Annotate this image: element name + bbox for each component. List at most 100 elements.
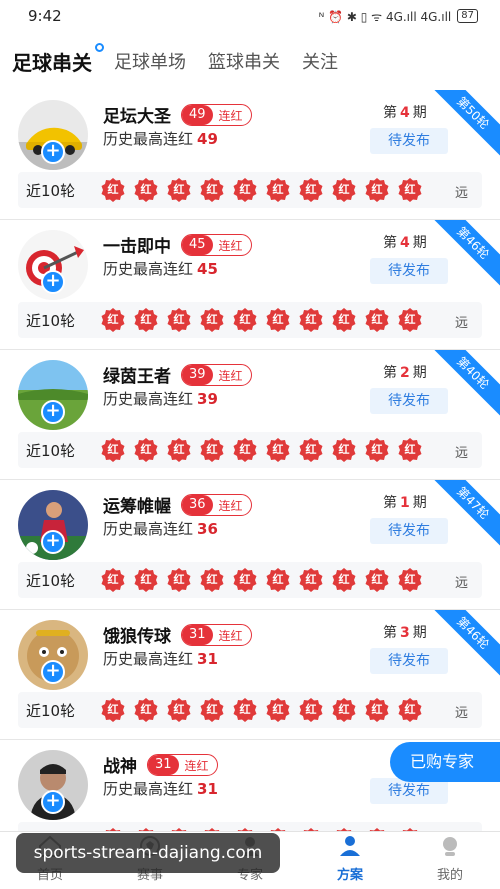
recent-label: 近10轮 bbox=[26, 181, 76, 200]
history-best: 历史最高连红 36 bbox=[103, 518, 218, 539]
red-result-badge-icon: 红 bbox=[397, 437, 423, 463]
nav-item[interactable]: 我的 bbox=[400, 832, 500, 889]
expert-name[interactable]: 一击即中 bbox=[103, 232, 171, 257]
tab-label: 篮球串关 bbox=[208, 52, 280, 73]
red-result-badge-icon: 红 bbox=[397, 307, 423, 333]
recent-badges: 红红红红红红红红红红 bbox=[100, 697, 423, 723]
red-result-badge-icon: 红 bbox=[232, 567, 258, 593]
pending-button[interactable]: 待发布 bbox=[370, 518, 448, 544]
badge-text: 红 bbox=[107, 573, 119, 586]
red-result-badge-icon: 红 bbox=[199, 567, 225, 593]
nav-item[interactable]: 方案 bbox=[300, 832, 400, 889]
red-result-badge-icon: 红 bbox=[199, 177, 225, 203]
period-suffix: 期 bbox=[412, 365, 427, 381]
period-suffix: 期 bbox=[412, 105, 427, 121]
history-best: 历史最高连红 31 bbox=[103, 648, 218, 669]
badge-text: 红 bbox=[404, 183, 416, 196]
badge-text: 红 bbox=[371, 313, 383, 326]
follow-plus-icon[interactable]: + bbox=[41, 530, 65, 554]
red-result-badge-icon: 红 bbox=[100, 697, 126, 723]
nav-label: 我的 bbox=[436, 868, 463, 883]
expert-card[interactable]: + 运筹帷幄 36 连红 历史最高连红 36 第1期 待发布 第47轮 近10轮 … bbox=[0, 480, 500, 610]
tab-follow[interactable]: 关注 bbox=[302, 48, 338, 74]
badge-text: 红 bbox=[371, 573, 383, 586]
badge-text: 红 bbox=[206, 703, 218, 716]
badge-text: 红 bbox=[338, 183, 350, 196]
badge-text: 红 bbox=[305, 443, 317, 456]
badge-text: 红 bbox=[404, 703, 416, 716]
tab-label: 足球串关 bbox=[12, 50, 92, 75]
tab-football-single[interactable]: 足球单场 bbox=[114, 48, 186, 74]
badge-text: 红 bbox=[206, 443, 218, 456]
expert-name[interactable]: 绿茵王者 bbox=[103, 362, 171, 387]
badge-text: 红 bbox=[371, 443, 383, 456]
badge-text: 红 bbox=[338, 573, 350, 586]
history-value: 45 bbox=[197, 260, 218, 278]
red-result-badge-icon: 红 bbox=[397, 177, 423, 203]
recent-results-row: 近10轮 红 红 红 红 红 红 红 红 红 红 远 bbox=[18, 432, 482, 468]
recent-badges: 红红红红红红红红红红 bbox=[100, 437, 423, 463]
red-result-badge-icon: 红 bbox=[166, 437, 192, 463]
red-result-badge-icon: 红 bbox=[232, 437, 258, 463]
pending-button[interactable]: 待发布 bbox=[370, 258, 448, 284]
expert-card[interactable]: + 足坛大圣 49 连红 历史最高连红 49 第4期 待发布 第50轮 近10轮 … bbox=[0, 90, 500, 220]
red-result-badge-icon: 红 bbox=[364, 177, 390, 203]
battery-icon: 87 bbox=[457, 9, 478, 23]
far-label: 远 bbox=[454, 706, 468, 721]
badge-text: 红 bbox=[107, 703, 119, 716]
expert-card[interactable]: + 饿狼传球 31 连红 历史最高连红 31 第3期 待发布 第46轮 近10轮 … bbox=[0, 610, 500, 740]
red-result-badge-icon: 红 bbox=[199, 437, 225, 463]
category-tabs: 足球串关 足球单场 篮球串关 关注 bbox=[0, 32, 500, 90]
history-best: 历史最高连红 45 bbox=[103, 258, 218, 279]
badge-text: 红 bbox=[305, 703, 317, 716]
red-result-badge-icon: 红 bbox=[166, 697, 192, 723]
expert-name[interactable]: 运筹帷幄 bbox=[103, 492, 171, 517]
tab-basketball-parlay[interactable]: 篮球串关 bbox=[208, 48, 280, 74]
streak-label: 连红 bbox=[218, 628, 243, 643]
red-result-badge-icon: 红 bbox=[133, 567, 159, 593]
pending-button[interactable]: 待发布 bbox=[370, 128, 448, 154]
plan-icon bbox=[337, 834, 363, 864]
follow-plus-icon[interactable]: + bbox=[41, 790, 65, 814]
far-label: 远 bbox=[454, 316, 468, 331]
expert-name[interactable]: 战神 bbox=[103, 752, 137, 777]
bought-experts-button[interactable]: 已购专家 bbox=[390, 742, 500, 782]
pending-button[interactable]: 待发布 bbox=[370, 388, 448, 414]
red-result-badge-icon: 红 bbox=[331, 437, 357, 463]
badge-text: 红 bbox=[404, 573, 416, 586]
follow-plus-icon[interactable]: + bbox=[41, 270, 65, 294]
follow-plus-icon[interactable]: + bbox=[41, 140, 65, 164]
period-info: 第1期 bbox=[383, 492, 427, 512]
profile-icon bbox=[437, 834, 463, 864]
streak-label: 连红 bbox=[218, 498, 243, 513]
red-result-badge-icon: 红 bbox=[364, 307, 390, 333]
pending-button[interactable]: 待发布 bbox=[370, 648, 448, 674]
history-value: 39 bbox=[197, 390, 218, 408]
red-result-badge-icon: 红 bbox=[298, 567, 324, 593]
badge-text: 红 bbox=[107, 183, 119, 196]
history-label: 历史最高连红 bbox=[103, 390, 194, 408]
history-value: 36 bbox=[197, 520, 218, 538]
red-result-badge-icon: 红 bbox=[265, 567, 291, 593]
tab-football-parlay[interactable]: 足球串关 bbox=[12, 42, 104, 76]
badge-text: 红 bbox=[107, 443, 119, 456]
expert-name[interactable]: 足坛大圣 bbox=[103, 102, 171, 127]
expert-card[interactable]: + 绿茵王者 39 连红 历史最高连红 39 第2期 待发布 第40轮 近10轮 … bbox=[0, 350, 500, 480]
red-result-badge-icon: 红 bbox=[364, 697, 390, 723]
follow-plus-icon[interactable]: + bbox=[41, 400, 65, 424]
tab-label: 关注 bbox=[302, 52, 338, 73]
badge-text: 红 bbox=[338, 703, 350, 716]
streak-count: 39 bbox=[182, 365, 213, 385]
streak-count: 45 bbox=[182, 235, 213, 255]
red-result-badge-icon: 红 bbox=[133, 437, 159, 463]
follow-plus-icon[interactable]: + bbox=[41, 660, 65, 684]
red-result-badge-icon: 红 bbox=[265, 437, 291, 463]
period-number: 3 bbox=[400, 625, 410, 641]
expert-card[interactable]: + 一击即中 45 连红 历史最高连红 45 第4期 待发布 第46轮 近10轮 … bbox=[0, 220, 500, 350]
badge-text: 红 bbox=[173, 183, 185, 196]
expert-name[interactable]: 饿狼传球 bbox=[103, 622, 171, 647]
status-icons: ᴺ ⏰ ✱ ▯ ᯤ 4G.ıll 4G.ıll 87 bbox=[319, 8, 478, 25]
history-best: 历史最高连红 49 bbox=[103, 128, 218, 149]
history-best: 历史最高连红 39 bbox=[103, 388, 218, 409]
red-result-badge-icon: 红 bbox=[298, 697, 324, 723]
